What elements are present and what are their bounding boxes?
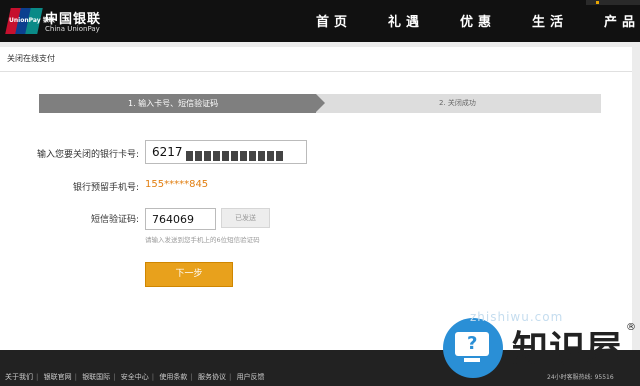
phone-label: 银行预留手机号: xyxy=(72,183,139,193)
footer-link-terms[interactable]: 使用条款 xyxy=(159,373,187,381)
breadcrumb: 关闭在线支付 xyxy=(7,54,55,63)
next-step-button[interactable]: 下一步 xyxy=(145,262,233,287)
step-1-active: 1. 输入卡号、短信验证码 xyxy=(39,94,316,113)
phone-value: 155*****845 xyxy=(145,179,209,190)
top-user-strip[interactable] xyxy=(586,0,640,5)
footer-link-about[interactable]: 关于我们 xyxy=(5,373,33,381)
nav-item-products[interactable]: 产品 xyxy=(604,11,640,30)
card-number-input[interactable]: 6217 xyxy=(145,140,307,164)
question-mark-icon: ? xyxy=(467,333,478,354)
footer-link-security[interactable]: 安全中心 xyxy=(121,373,149,381)
unionpay-logo[interactable]: UnionPay 银联 xyxy=(5,8,55,34)
step-1-label: 1. 输入卡号、短信验证码 xyxy=(128,99,219,108)
nav-item-offers[interactable]: 优惠 xyxy=(460,11,496,30)
sms-code-input[interactable]: 764069 xyxy=(145,208,216,230)
step-2-label: 2. 关闭成功 xyxy=(439,99,476,107)
step-progress: 1. 输入卡号、短信验证码 2. 关闭成功 xyxy=(39,94,601,113)
footer-link-official[interactable]: 银联官网 xyxy=(44,373,72,381)
nav-item-home[interactable]: 首页 xyxy=(316,11,352,30)
nav-item-gifts[interactable]: 礼遇 xyxy=(388,11,424,30)
watermark-text: 知识屋 xyxy=(512,329,624,370)
divider xyxy=(0,71,632,72)
footer-links: 关于我们 | 银联官网 | 银联国际 | 安全中心 | 使用条款 | 服务协议 | 用户反馈 xyxy=(5,373,265,381)
watermark-stand xyxy=(464,358,480,362)
top-header: UnionPay 银联 中国银联 China UnionPay 首页 礼遇 优惠… xyxy=(0,0,640,42)
footer-link-agreement[interactable]: 服务协议 xyxy=(198,373,226,381)
step-arrow xyxy=(316,94,325,112)
brand-name-en: China UnionPay xyxy=(45,25,100,33)
resend-code-button[interactable]: 已发送 xyxy=(221,208,270,228)
sms-code-label: 短信验证码: xyxy=(90,215,139,225)
nav-item-life[interactable]: 生活 xyxy=(532,11,568,30)
hotline-text: 24小时客服热线: 95516 xyxy=(547,374,614,381)
sms-code-hint: 请输入发送到您手机上的6位短信验证码 xyxy=(145,236,260,244)
registered-mark: ® xyxy=(626,322,636,333)
card-number-label: 输入您要关闭的银行卡号: xyxy=(36,150,139,160)
footer-link-feedback[interactable]: 用户反馈 xyxy=(237,373,265,381)
main-content: 关闭在线支付 1. 输入卡号、短信验证码 2. 关闭成功 输入您要关闭的银行卡号… xyxy=(0,47,632,350)
footer-link-international[interactable]: 银联国际 xyxy=(82,373,110,381)
masked-card-digits xyxy=(186,146,298,161)
lock-icon xyxy=(596,1,599,4)
card-number-value: 6217 xyxy=(152,145,183,159)
